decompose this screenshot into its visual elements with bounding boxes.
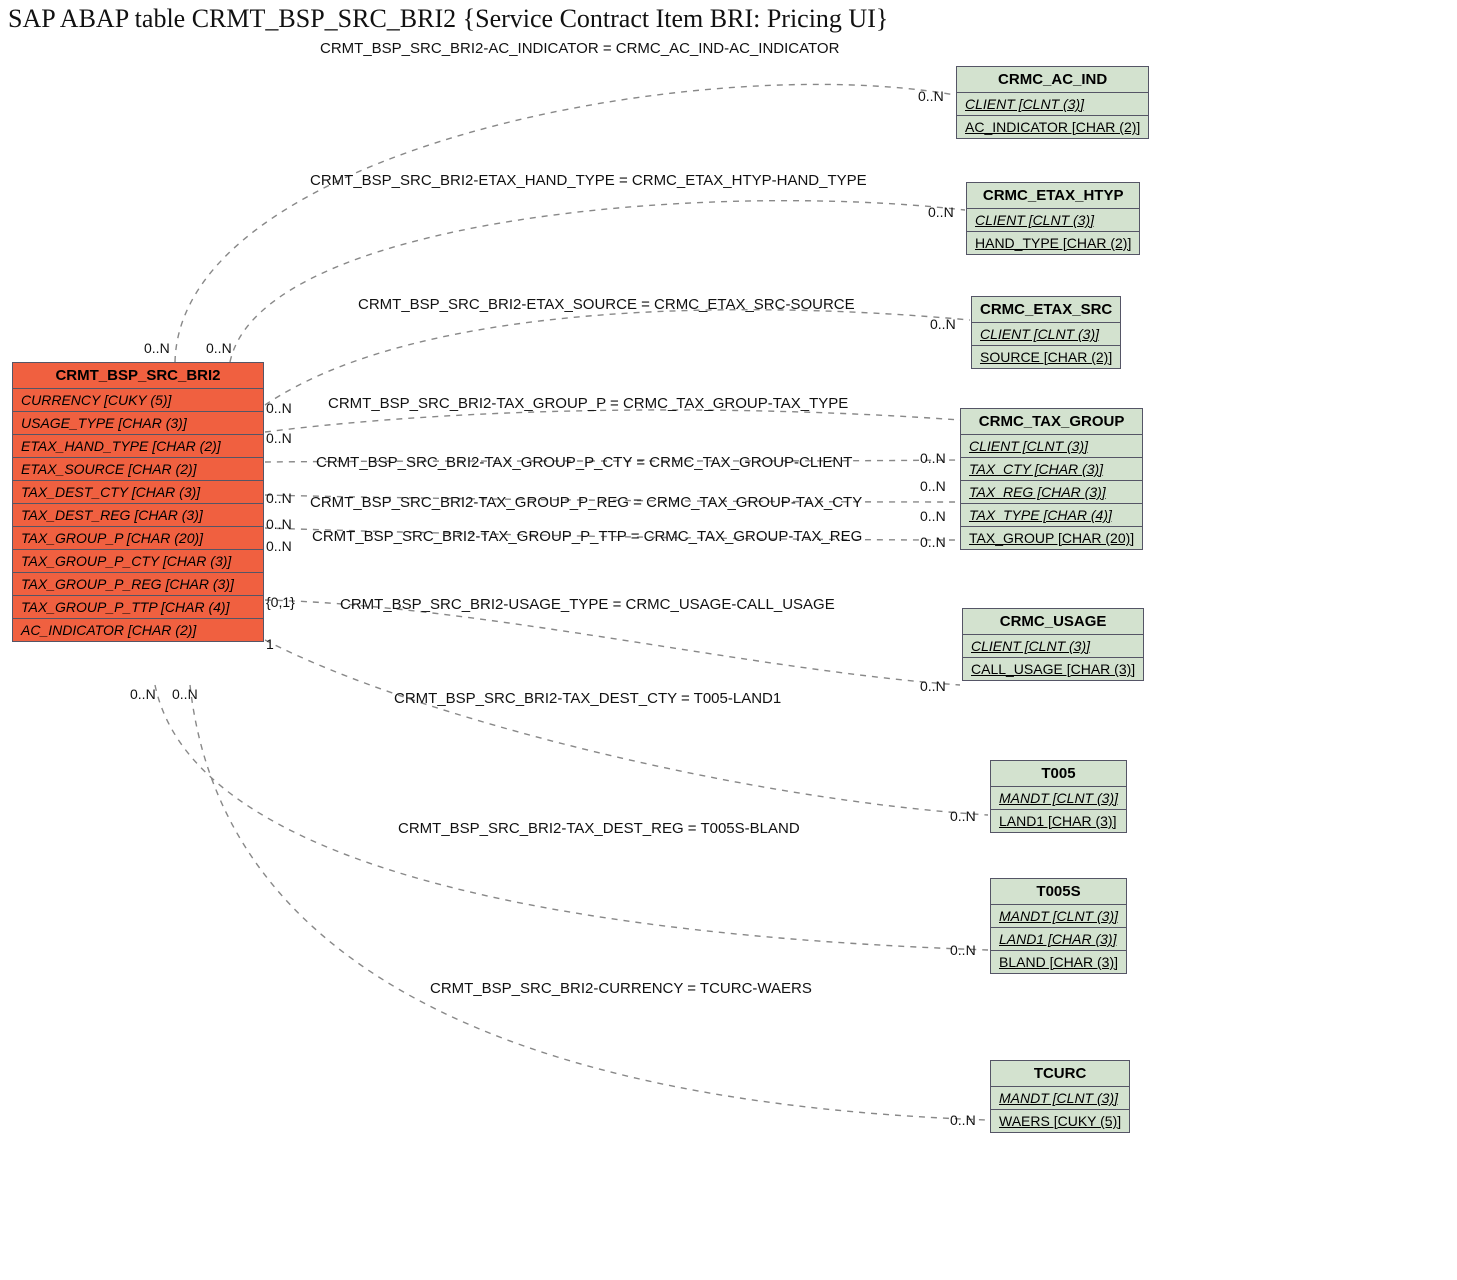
table-row: AC_INDICATOR [CHAR (2)] <box>957 116 1148 138</box>
table-row: CLIENT [CLNT (3)] <box>967 209 1139 232</box>
cardinality-label: 0..N <box>266 516 292 532</box>
cardinality-label: {0,1} <box>266 594 295 610</box>
table-crmc-etax-htyp: CRMC_ETAX_HTYP CLIENT [CLNT (3)] HAND_TY… <box>966 182 1140 255</box>
table-row: CLIENT [CLNT (3)] <box>961 435 1142 458</box>
cardinality-label: 0..N <box>950 808 976 824</box>
cardinality-label: 0..N <box>920 450 946 466</box>
relationship-label: CRMT_BSP_SRC_BRI2-USAGE_TYPE = CRMC_USAG… <box>340 596 835 613</box>
table-row: TAX_DEST_CTY [CHAR (3)] <box>13 481 263 504</box>
relationship-label: CRMT_BSP_SRC_BRI2-TAX_GROUP_P = CRMC_TAX… <box>328 395 848 412</box>
page-title: SAP ABAP table CRMT_BSP_SRC_BRI2 {Servic… <box>8 4 888 34</box>
table-row: TAX_CTY [CHAR (3)] <box>961 458 1142 481</box>
table-crmc-tax-group: CRMC_TAX_GROUP CLIENT [CLNT (3)] TAX_CTY… <box>960 408 1143 550</box>
table-header: CRMC_AC_IND <box>957 67 1148 93</box>
cardinality-label: 0..N <box>920 478 946 494</box>
cardinality-label: 0..N <box>266 430 292 446</box>
table-row: MANDT [CLNT (3)] <box>991 1087 1129 1110</box>
table-header: CRMC_USAGE <box>963 609 1143 635</box>
table-header: CRMC_TAX_GROUP <box>961 409 1142 435</box>
cardinality-label: 0..N <box>920 534 946 550</box>
table-header: CRMC_ETAX_SRC <box>972 297 1120 323</box>
table-row: AC_INDICATOR [CHAR (2)] <box>13 619 263 641</box>
table-row: ETAX_HAND_TYPE [CHAR (2)] <box>13 435 263 458</box>
table-t005s: T005S MANDT [CLNT (3)] LAND1 [CHAR (3)] … <box>990 878 1127 974</box>
table-row: USAGE_TYPE [CHAR (3)] <box>13 412 263 435</box>
table-row: MANDT [CLNT (3)] <box>991 787 1126 810</box>
table-row: TAX_GROUP_P_REG [CHAR (3)] <box>13 573 263 596</box>
cardinality-label: 0..N <box>144 340 170 356</box>
relationship-label: CRMT_BSP_SRC_BRI2-TAX_GROUP_P_REG = CRMC… <box>310 494 862 511</box>
table-row: TAX_GROUP [CHAR (20)] <box>961 527 1142 549</box>
table-row: ETAX_SOURCE [CHAR (2)] <box>13 458 263 481</box>
relationship-label: CRMT_BSP_SRC_BRI2-TAX_DEST_REG = T005S-B… <box>398 820 800 837</box>
table-crmc-etax-src: CRMC_ETAX_SRC CLIENT [CLNT (3)] SOURCE [… <box>971 296 1121 369</box>
table-row: CURRENCY [CUKY (5)] <box>13 389 263 412</box>
table-main: CRMT_BSP_SRC_BRI2 CURRENCY [CUKY (5)] US… <box>12 362 264 642</box>
cardinality-label: 0..N <box>172 686 198 702</box>
cardinality-label: 0..N <box>206 340 232 356</box>
table-header: T005S <box>991 879 1126 905</box>
table-row: CLIENT [CLNT (3)] <box>963 635 1143 658</box>
relationship-label: CRMT_BSP_SRC_BRI2-TAX_GROUP_P_TTP = CRMC… <box>312 528 862 545</box>
table-crmc-ac-ind: CRMC_AC_IND CLIENT [CLNT (3)] AC_INDICAT… <box>956 66 1149 139</box>
cardinality-label: 0..N <box>266 400 292 416</box>
table-row: LAND1 [CHAR (3)] <box>991 928 1126 951</box>
table-row: MANDT [CLNT (3)] <box>991 905 1126 928</box>
table-row: SOURCE [CHAR (2)] <box>972 346 1120 368</box>
table-row: TAX_REG [CHAR (3)] <box>961 481 1142 504</box>
table-main-header: CRMT_BSP_SRC_BRI2 <box>13 363 263 389</box>
table-row: BLAND [CHAR (3)] <box>991 951 1126 973</box>
table-row: CALL_USAGE [CHAR (3)] <box>963 658 1143 680</box>
cardinality-label: 0..N <box>920 678 946 694</box>
relationship-label: CRMT_BSP_SRC_BRI2-TAX_DEST_CTY = T005-LA… <box>394 690 781 707</box>
table-row: TAX_GROUP_P_TTP [CHAR (4)] <box>13 596 263 619</box>
table-row: CLIENT [CLNT (3)] <box>957 93 1148 116</box>
cardinality-label: 0..N <box>130 686 156 702</box>
cardinality-label: 0..N <box>950 1112 976 1128</box>
table-header: CRMC_ETAX_HTYP <box>967 183 1139 209</box>
table-crmc-usage: CRMC_USAGE CLIENT [CLNT (3)] CALL_USAGE … <box>962 608 1144 681</box>
cardinality-label: 0..N <box>920 508 946 524</box>
table-row: TAX_TYPE [CHAR (4)] <box>961 504 1142 527</box>
relationship-label: CRMT_BSP_SRC_BRI2-ETAX_SOURCE = CRMC_ETA… <box>358 296 855 313</box>
cardinality-label: 0..N <box>266 490 292 506</box>
table-t005: T005 MANDT [CLNT (3)] LAND1 [CHAR (3)] <box>990 760 1127 833</box>
table-row: CLIENT [CLNT (3)] <box>972 323 1120 346</box>
cardinality-label: 0..N <box>266 538 292 554</box>
table-tcurc: TCURC MANDT [CLNT (3)] WAERS [CUKY (5)] <box>990 1060 1130 1133</box>
cardinality-label: 0..N <box>950 942 976 958</box>
cardinality-label: 0..N <box>928 204 954 220</box>
table-row: TAX_GROUP_P_CTY [CHAR (3)] <box>13 550 263 573</box>
table-row: LAND1 [CHAR (3)] <box>991 810 1126 832</box>
cardinality-label: 0..N <box>918 88 944 104</box>
cardinality-label: 1 <box>266 636 274 652</box>
table-row: TAX_GROUP_P [CHAR (20)] <box>13 527 263 550</box>
relationship-label: CRMT_BSP_SRC_BRI2-TAX_GROUP_P_CTY = CRMC… <box>316 454 852 471</box>
table-row: TAX_DEST_REG [CHAR (3)] <box>13 504 263 527</box>
table-header: T005 <box>991 761 1126 787</box>
table-row: HAND_TYPE [CHAR (2)] <box>967 232 1139 254</box>
cardinality-label: 0..N <box>930 316 956 332</box>
relationship-label: CRMT_BSP_SRC_BRI2-CURRENCY = TCURC-WAERS <box>430 980 812 997</box>
table-row: WAERS [CUKY (5)] <box>991 1110 1129 1132</box>
relationship-label: CRMT_BSP_SRC_BRI2-ETAX_HAND_TYPE = CRMC_… <box>310 172 867 189</box>
relationship-label: CRMT_BSP_SRC_BRI2-AC_INDICATOR = CRMC_AC… <box>320 40 839 57</box>
table-header: TCURC <box>991 1061 1129 1087</box>
